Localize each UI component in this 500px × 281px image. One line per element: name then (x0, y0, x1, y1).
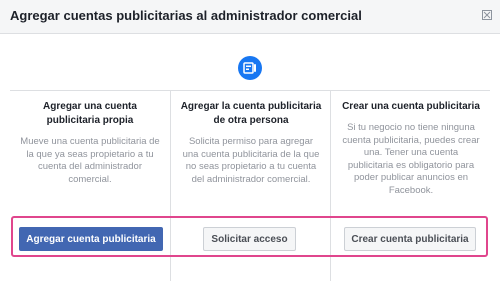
option-description: Si tu negocio no tiene ninguna cuenta pu… (342, 122, 480, 196)
option-description: Mueve una cuenta publicitaria de la que … (20, 136, 160, 185)
close-icon[interactable] (482, 10, 492, 20)
ad-account-icon (238, 56, 262, 80)
option-title: Crear una cuenta publicitaria (342, 101, 480, 112)
option-title: Agregar la cuenta publicitaria de otra p… (180, 101, 322, 126)
add-ad-accounts-dialog: Agregar cuentas publicitarias al adminis… (0, 0, 500, 281)
create-ad-account-button[interactable]: Crear cuenta publicitaria (344, 227, 476, 251)
dialog-header: Agregar cuentas publicitarias al adminis… (0, 0, 500, 34)
add-ad-account-button[interactable]: Agregar cuenta publicitaria (19, 227, 163, 251)
option-title: Agregar una cuenta publicitaria propia (43, 101, 137, 126)
dialog-title: Agregar cuentas publicitarias al adminis… (10, 8, 362, 23)
request-access-button[interactable]: Solicitar acceso (203, 227, 296, 251)
option-description: Solicita permiso para agregar una cuenta… (182, 136, 320, 185)
